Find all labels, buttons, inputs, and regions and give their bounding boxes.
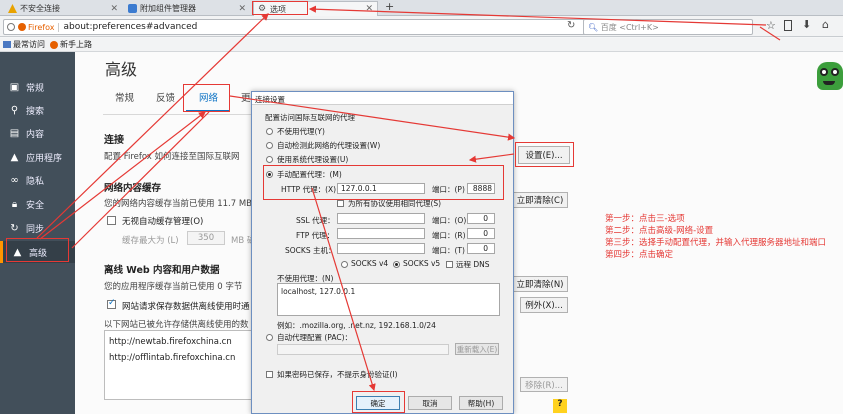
arrow-network-to-settings xyxy=(229,95,516,141)
arrow-manual-to-ok xyxy=(311,187,376,392)
annotation-arrows xyxy=(36,5,781,392)
arrow-advanced-to-options xyxy=(36,13,269,239)
arrow-to-options-tab xyxy=(308,5,767,26)
arrow-settings-to-manual xyxy=(468,153,515,163)
arrow-network-to-advanced xyxy=(71,111,210,249)
arrow-advanced-to-network xyxy=(39,111,206,240)
